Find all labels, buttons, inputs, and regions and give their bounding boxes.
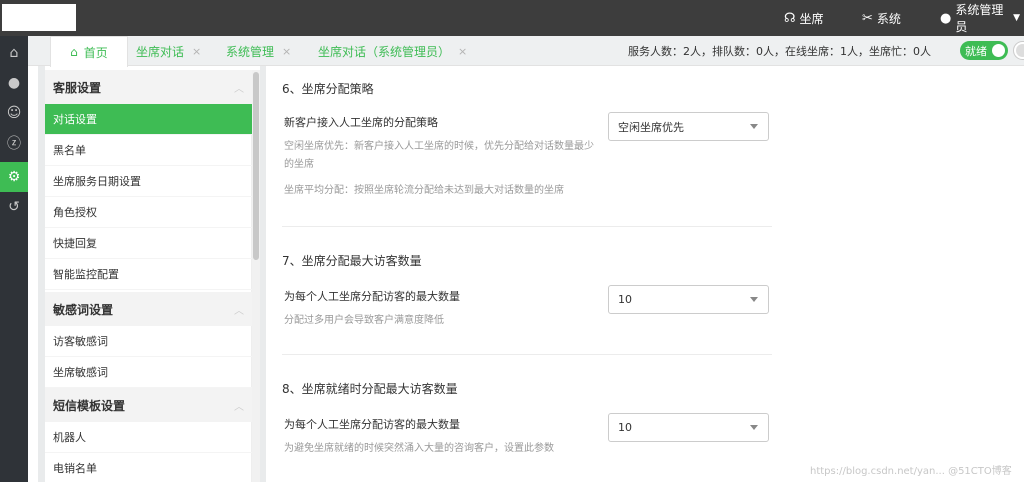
ready-label: 就绪 — [965, 44, 987, 58]
agent-label: 坐席 — [799, 11, 824, 26]
caret-down-icon — [750, 425, 758, 430]
service-stats: 服务人数：2人，排队数：0人，在线坐席：1人，坐席忙：0人 — [628, 45, 931, 58]
user-label: 系统管理员 — [955, 3, 1004, 34]
home-tab-icon: ⌂ — [70, 45, 78, 59]
close-icon[interactable]: × — [192, 45, 201, 58]
section-title: 8、坐席就绪时分配最大访客数量 — [282, 382, 458, 396]
headset-icon: ☊ — [784, 10, 796, 26]
toggle-knob — [1016, 44, 1024, 57]
divider — [282, 226, 772, 227]
chevron-up-icon: ︿ — [234, 83, 244, 95]
ready-max-visitors-select[interactable]: 10 — [608, 413, 769, 442]
menu-item-quick-reply[interactable]: 快捷回复 — [45, 228, 252, 259]
section-title: 7、坐席分配最大访客数量 — [282, 254, 422, 268]
menu-item-robot[interactable]: 机器人 — [45, 422, 252, 453]
toggle-knob — [992, 44, 1005, 57]
logo — [2, 4, 76, 31]
tab-system-management[interactable]: 系统管理 × — [226, 36, 291, 66]
knowledge-icon[interactable]: ⓩ — [0, 128, 28, 158]
settings-icon[interactable]: ⚙ — [0, 162, 28, 192]
field-label: 为每个人工坐席分配访客的最大数量 — [284, 418, 460, 431]
menu-item-monitor-config[interactable]: 智能监控配置 — [45, 259, 252, 290]
menu-item-blacklist[interactable]: 黑名单 — [45, 135, 252, 166]
tab-label: 系统管理 — [226, 44, 275, 59]
close-icon[interactable]: × — [458, 45, 467, 58]
max-visitors-select[interactable]: 10 — [608, 285, 769, 314]
menu-group-title: 客服设置 — [53, 80, 102, 95]
home-icon[interactable]: ⌂ — [0, 38, 28, 68]
hint-text: 分配过多用户会导致客户满意度降低 — [284, 315, 444, 326]
allocation-strategy-select[interactable]: 空闲坐席优先 — [608, 112, 769, 141]
menu-group-service[interactable]: 客服设置 ︿ — [45, 70, 252, 104]
person-icon[interactable]: ● — [0, 68, 28, 98]
icon-rail: ⌂ ● ☺ ⓩ ⚙ ↺ — [0, 36, 28, 482]
field-label: 为每个人工坐席分配访客的最大数量 — [284, 290, 460, 303]
settings-content: 6、坐席分配策略 新客户接入人工坐席的分配策略 空闲坐席优先 空闲坐席优先：新客… — [266, 66, 1024, 482]
chevron-down-icon: ▼ — [1013, 13, 1020, 23]
hint-text: 坐席平均分配：按照坐席轮流分配给未达到最大对话数量的坐席 — [284, 185, 564, 196]
chevron-up-icon: ︿ — [234, 305, 244, 317]
hint-text: 的坐席 — [284, 159, 314, 170]
divider — [282, 354, 772, 355]
menu-item-service-dates[interactable]: 坐席服务日期设置 — [45, 166, 252, 197]
tab-agent-chat-admin[interactable]: 坐席对话（系统管理员） × — [318, 36, 467, 66]
menu-item-agent-words[interactable]: 坐席敏感词 — [45, 357, 252, 388]
system-menu[interactable]: ✂ 系统 — [862, 0, 901, 36]
hint-text: 为避免坐席就绪的时候突然涌入大量的咨询客户，设置此参数 — [284, 443, 554, 454]
tab-label: 坐席对话（系统管理员） — [318, 44, 451, 59]
user-icon: ● — [940, 10, 952, 26]
tab-label: 坐席对话 — [136, 44, 185, 59]
user-menu[interactable]: ● 系统管理员 ▼ — [940, 0, 1024, 36]
close-icon[interactable]: × — [282, 45, 291, 58]
settings-menu: 客服设置 ︿ 对话设置 黑名单 坐席服务日期设置 角色授权 快捷回复 智能监控配… — [45, 70, 252, 482]
caret-down-icon — [750, 124, 758, 129]
busy-toggle[interactable]: 示忙 — [1013, 41, 1024, 60]
scrollbar-thumb[interactable] — [253, 72, 259, 260]
agent-icon[interactable]: ☺ — [0, 98, 28, 128]
menu-scrollbar[interactable] — [252, 70, 260, 482]
history-icon[interactable]: ↺ — [0, 192, 28, 222]
top-bar: ☊ 坐席 ✂ 系统 ● 系统管理员 ▼ — [0, 0, 1024, 36]
caret-down-icon — [750, 297, 758, 302]
ready-toggle[interactable]: 就绪 — [960, 41, 1008, 60]
hint-text: 空闲坐席优先：新客户接入人工坐席的时候，优先分配给对话数量最少 — [284, 141, 594, 152]
menu-group-sms-templates[interactable]: 短信模板设置 ︿ — [45, 388, 252, 422]
menu-item-role-auth[interactable]: 角色授权 — [45, 197, 252, 228]
select-value: 空闲坐席优先 — [618, 120, 684, 134]
chevron-up-icon: ︿ — [234, 401, 244, 413]
menu-group-sensitive-words[interactable]: 敏感词设置 ︿ — [45, 292, 252, 326]
section-title: 6、坐席分配策略 — [282, 82, 374, 96]
watermark: https://blog.csdn.net/yan... @51CTO博客 — [810, 466, 1012, 477]
tools-icon: ✂ — [862, 10, 873, 26]
field-label: 新客户接入人工坐席的分配策略 — [284, 116, 438, 129]
system-label: 系统 — [876, 11, 901, 26]
menu-item-telesales-list[interactable]: 电销名单 — [45, 453, 252, 482]
menu-item-visitor-words[interactable]: 访客敏感词 — [45, 326, 252, 357]
select-value: 10 — [618, 293, 632, 306]
tab-bar: ⌂ 首页 坐席对话 × 系统管理 × 坐席对话（系统管理员） × 服务人数：2人… — [28, 36, 1024, 67]
tab-home-label: 首页 — [83, 45, 108, 60]
tab-agent-chat[interactable]: 坐席对话 × — [136, 36, 201, 66]
menu-group-title: 敏感词设置 — [53, 302, 114, 317]
menu-item-chat-settings[interactable]: 对话设置 — [45, 104, 252, 135]
tab-home[interactable]: ⌂ 首页 — [50, 36, 128, 67]
select-value: 10 — [618, 421, 632, 434]
menu-group-title: 短信模板设置 — [53, 398, 126, 413]
left-gutter — [38, 66, 45, 482]
agent-menu[interactable]: ☊ 坐席 — [784, 0, 824, 36]
